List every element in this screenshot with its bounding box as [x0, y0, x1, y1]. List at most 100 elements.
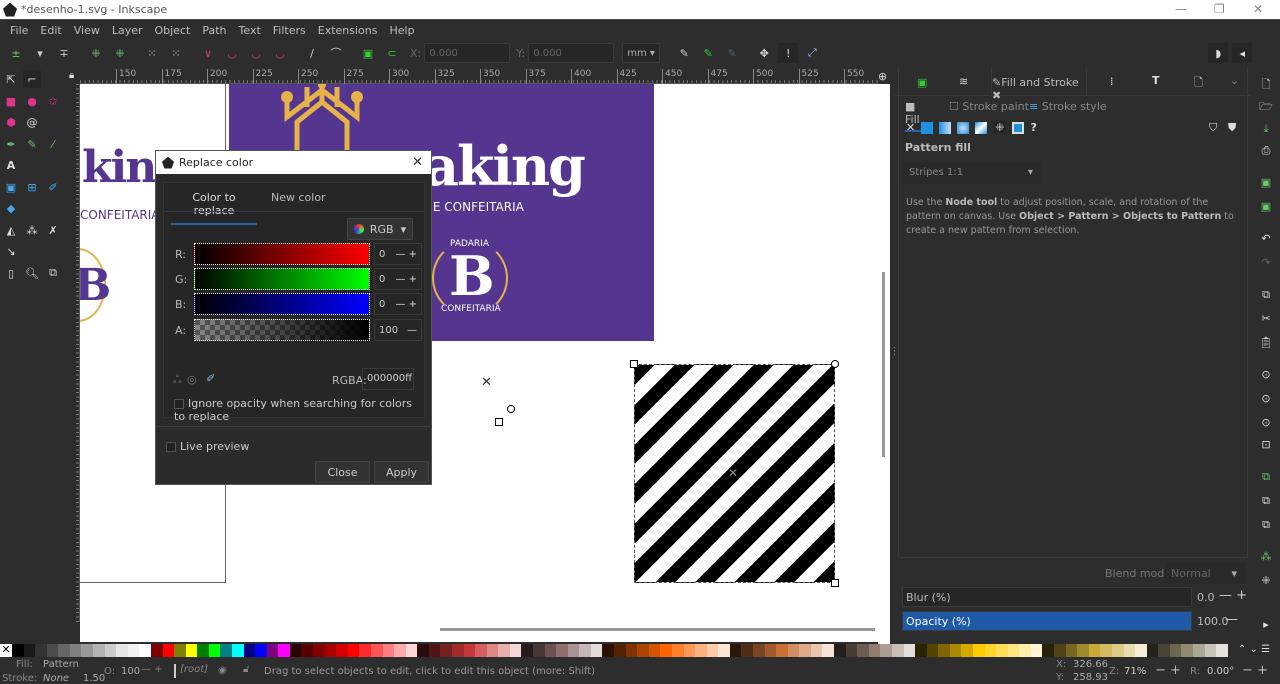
group-icon[interactable]: ⁂: [1259, 550, 1273, 564]
color-swatch[interactable]: [12, 644, 24, 657]
corner-handle[interactable]: [630, 360, 638, 368]
color-swatch[interactable]: [1158, 644, 1170, 657]
node-tool-icon[interactable]: ⌐: [23, 70, 41, 88]
color-swatch[interactable]: [972, 644, 985, 657]
tab-new-color[interactable]: New color: [271, 191, 326, 204]
edit-path-effect-icon[interactable]: ⤢: [802, 43, 822, 63]
join-segment-icon[interactable]: ⁙: [142, 43, 162, 63]
subtab-stroke-paint[interactable]: ☐ Stroke paint: [949, 100, 1029, 113]
color-swatch[interactable]: [1123, 644, 1136, 657]
close-button[interactable]: Close: [315, 461, 370, 483]
radial-gradient-icon[interactable]: [957, 121, 970, 134]
color-swatch[interactable]: [671, 644, 684, 657]
menu-file[interactable]: File: [10, 24, 28, 37]
menu-view[interactable]: View: [74, 24, 100, 37]
insert-node-icon[interactable]: ±: [6, 43, 26, 63]
minimize-button[interactable]: —: [1175, 2, 1187, 16]
spiral-tool-icon[interactable]: @: [23, 113, 41, 131]
eraser-tool-icon[interactable]: ✗: [44, 221, 62, 239]
color-swatch[interactable]: [533, 644, 545, 657]
color-swatch[interactable]: [1135, 644, 1147, 657]
selector-tool-icon[interactable]: ⇱: [2, 70, 20, 88]
color-swatch[interactable]: [127, 644, 140, 657]
color-swatch[interactable]: [648, 644, 661, 657]
menu-path[interactable]: Path: [202, 24, 226, 37]
color-swatch[interactable]: [46, 644, 59, 657]
vertical-scrollbar[interactable]: [878, 84, 890, 644]
delete-segment-icon[interactable]: ⁙: [166, 43, 186, 63]
color-swatch[interactable]: [903, 644, 916, 657]
mesh-gradient-icon[interactable]: [975, 121, 988, 134]
fill-rule-evenodd-icon[interactable]: ⛉: [1209, 121, 1217, 135]
dropper-tool-icon[interactable]: ✐: [44, 178, 62, 196]
print-icon[interactable]: ⎙: [1259, 144, 1273, 158]
color-swatch[interactable]: [741, 644, 753, 657]
node-symmetric-icon[interactable]: ◡: [246, 43, 266, 63]
blur-slider[interactable]: Blur (%): [902, 587, 1192, 607]
fill-indicator[interactable]: Pattern: [43, 659, 79, 670]
undo-icon[interactable]: ↶: [1259, 232, 1273, 246]
gradient-tool-icon[interactable]: ▣: [2, 178, 20, 196]
resize-handle[interactable]: [831, 579, 839, 587]
color-swatch[interactable]: [104, 644, 117, 657]
color-swatch[interactable]: [185, 644, 198, 657]
color-swatch[interactable]: [394, 644, 406, 657]
delete-node-icon[interactable]: ∓: [54, 43, 74, 63]
color-swatch[interactable]: [278, 644, 290, 657]
color-swatch[interactable]: [822, 644, 835, 657]
color-swatch[interactable]: [926, 644, 939, 657]
color-swatch[interactable]: [1216, 644, 1228, 657]
horizontal-scrollbar[interactable]: [80, 622, 890, 642]
color-swatch[interactable]: [1042, 644, 1055, 657]
vertical-ruler[interactable]: [66, 84, 80, 622]
r-input[interactable]: 0— +: [374, 243, 422, 265]
color-swatch[interactable]: [255, 644, 267, 657]
color-swatch[interactable]: [764, 644, 777, 657]
zoom-stepper[interactable]: − +: [1155, 663, 1181, 678]
opacity-slider[interactable]: Opacity (%): [902, 611, 1192, 631]
dialog-close-icon[interactable]: ✕: [412, 155, 423, 170]
color-swatch[interactable]: [1077, 644, 1089, 657]
color-swatch[interactable]: [498, 644, 510, 657]
color-swatch[interactable]: [451, 644, 464, 657]
color-swatch[interactable]: [336, 644, 348, 657]
color-swatch[interactable]: [961, 644, 973, 657]
color-swatch[interactable]: [162, 644, 175, 657]
duplicate-icon[interactable]: ⧉: [1259, 470, 1273, 484]
break-path-icon[interactable]: ⁜: [110, 43, 130, 63]
color-swatch[interactable]: [521, 644, 534, 657]
unlink-clone-icon[interactable]: ⧉: [1259, 518, 1273, 532]
node-smooth-icon[interactable]: ◡: [222, 43, 242, 63]
cut-icon[interactable]: ✂: [1259, 312, 1273, 326]
pencil-tool-icon[interactable]: ✎: [23, 135, 41, 153]
b-input[interactable]: 0— +: [374, 293, 422, 315]
text-tool-icon[interactable]: A: [2, 156, 20, 174]
color-swatch[interactable]: [787, 644, 800, 657]
new-document-icon[interactable]: 🗋︎: [1259, 76, 1273, 91]
export-tab-icon[interactable]: ▣: [917, 76, 927, 89]
stroke-indicator[interactable]: None: [43, 673, 69, 684]
unit-select[interactable]: mm ▾: [622, 43, 661, 63]
color-swatch[interactable]: [799, 644, 811, 657]
color-swatch[interactable]: [347, 644, 360, 657]
opacity-input[interactable]: 100: [121, 666, 140, 677]
color-swatch[interactable]: [857, 644, 869, 657]
color-swatch[interactable]: [1100, 644, 1112, 657]
rotation-input[interactable]: 0.00°: [1207, 666, 1234, 677]
color-swatch[interactable]: [266, 644, 279, 657]
y-coordinate-input[interactable]: 0.000: [528, 43, 615, 63]
color-swatch[interactable]: [706, 644, 719, 657]
zoom-tool-icon[interactable]: 🔍︎: [23, 264, 41, 282]
transform-handles-icon[interactable]: ✥: [754, 43, 774, 63]
color-swatch[interactable]: [845, 644, 858, 657]
connector-tool-icon[interactable]: ↘: [2, 242, 20, 260]
tweak-tool-icon[interactable]: ◭: [2, 221, 20, 239]
3d-box-tool-icon[interactable]: ⬢: [2, 113, 20, 131]
color-swatch[interactable]: [243, 644, 256, 657]
layers-tab-icon[interactable]: ≋: [959, 75, 968, 88]
color-swatch[interactable]: [1030, 644, 1043, 657]
color-swatch[interactable]: [984, 644, 997, 657]
color-swatch[interactable]: [695, 644, 707, 657]
segment-curve-icon[interactable]: ⌒: [326, 43, 346, 63]
color-swatch[interactable]: [324, 644, 337, 657]
